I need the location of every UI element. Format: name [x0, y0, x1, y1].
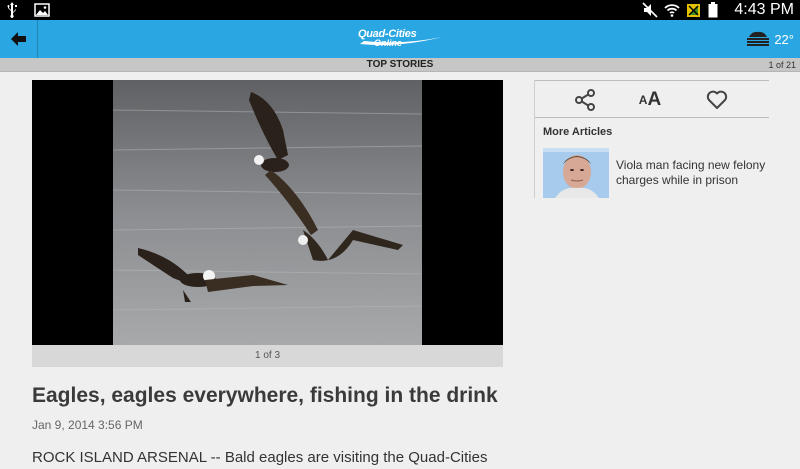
battery-icon: [708, 2, 724, 18]
status-bar: 4:43 PM: [0, 0, 800, 20]
weather-widget[interactable]: 22°: [746, 20, 794, 58]
wifi-icon: [664, 2, 681, 18]
signal-icon: [686, 2, 702, 18]
article-body: ROCK ISLAND ARSENAL -- Bald eagles are v…: [32, 449, 488, 466]
article-photo-gallery[interactable]: [32, 80, 503, 345]
article-tools: AA: [535, 80, 769, 118]
share-icon: [575, 89, 595, 111]
action-bar: Quad-Cities Online 22°: [0, 20, 800, 58]
more-articles-heading: More Articles: [543, 126, 613, 138]
status-time: 4:43 PM: [734, 1, 794, 18]
heart-icon: [706, 90, 728, 109]
article-date: Jan 9, 2014 3:56 PM: [32, 418, 143, 432]
gallery-counter: 1 of 3: [32, 345, 503, 367]
usb-icon: [6, 2, 22, 18]
weather-fog-icon: [747, 31, 770, 46]
font-size-button[interactable]: AA: [637, 87, 663, 113]
eagles-photo: [113, 80, 422, 345]
more-article-link[interactable]: Viola man facing new felony charges whil…: [616, 158, 781, 188]
weather-temperature: 22°: [774, 31, 794, 47]
quad-cities-online-logo: Quad-Cities Online: [358, 28, 444, 50]
font-size-large-icon: A: [647, 89, 662, 110]
mute-icon: [642, 2, 658, 18]
mugshot-image: [543, 148, 609, 198]
back-button[interactable]: [0, 20, 38, 58]
story-counter: 1 of 21: [768, 60, 796, 70]
share-button[interactable]: [572, 87, 598, 113]
image-notification-icon: [34, 2, 50, 18]
section-bar: TOP STORIES 1 of 21: [0, 58, 800, 72]
favorite-button[interactable]: [704, 87, 730, 113]
back-arrow-icon: [10, 32, 26, 46]
font-size-small-icon: A: [638, 93, 648, 107]
article-headline: Eagles, eagles everywhere, fishing in th…: [32, 384, 498, 407]
more-article-thumbnail[interactable]: [543, 148, 609, 198]
section-title: TOP STORIES: [366, 59, 434, 70]
